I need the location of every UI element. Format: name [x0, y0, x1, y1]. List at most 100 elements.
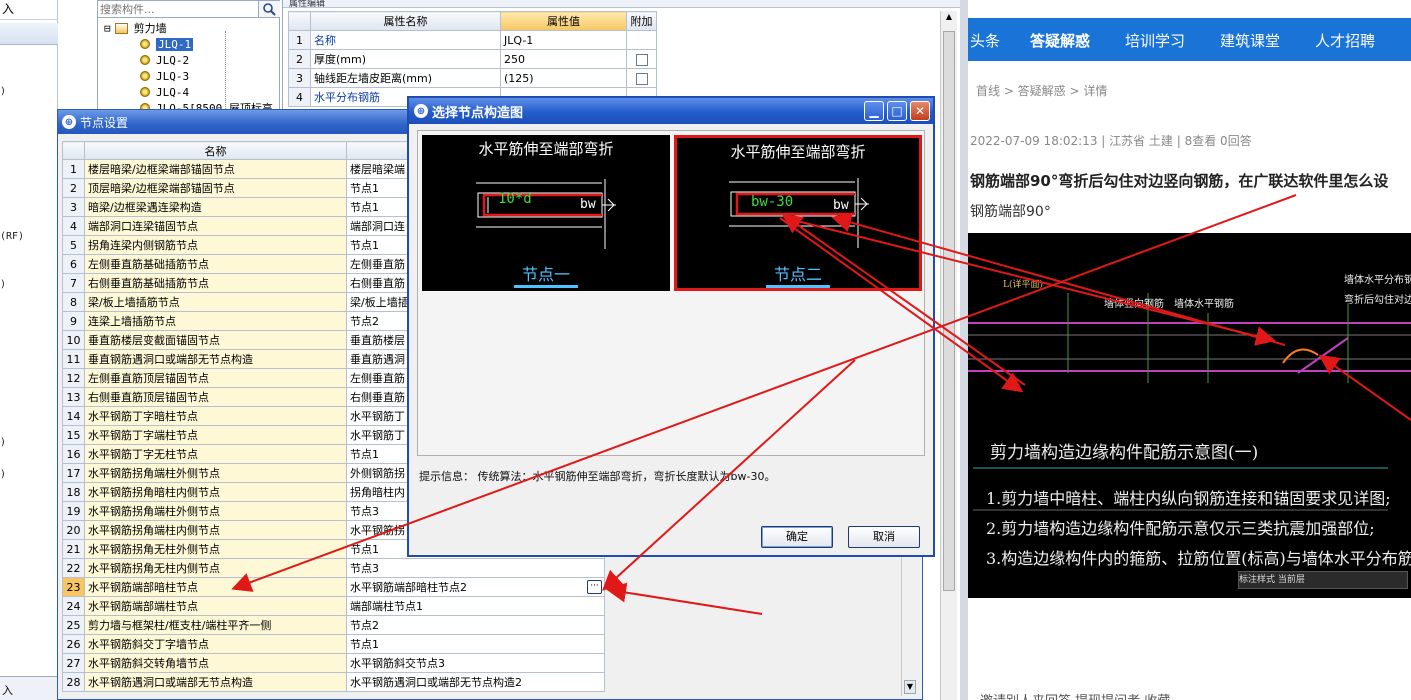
property-tab-label[interactable]: 属性编辑 — [289, 0, 325, 9]
row-number-text: 2 — [70, 181, 77, 195]
row-number: 18 — [62, 482, 85, 502]
property-row[interactable]: 2 厚度(mm) 250 — [288, 49, 657, 69]
node-value-text: 水平钢筋丁 — [350, 429, 405, 442]
tree-item-jlq-4[interactable]: JLQ-4 — [140, 84, 189, 100]
row-number-text: 6 — [70, 257, 77, 271]
ellipsis-button[interactable]: ··· — [587, 580, 602, 594]
left-strip-fragment: ) — [0, 86, 7, 97]
maximize-button[interactable]: □ — [887, 101, 907, 121]
question-title: 钢筋端部90°弯折后勾住对边竖向钢筋，在广联达软件里怎么设 — [970, 172, 1389, 190]
node-row[interactable]: 23 水平钢筋端部暗柱节点 水平钢筋端部暗柱节点2 ··· — [62, 577, 605, 597]
node-value[interactable]: 水平钢筋遇洞口或端部无节点构造2 — [346, 672, 605, 692]
node-value[interactable]: 水平钢筋斜交节点3 — [346, 653, 605, 673]
component-tree: ⊟ 剪力墙 JLQ-1 JLQ-2 JLQ-3 JLQ-4 JLQ-5[8500… — [97, 0, 280, 115]
property-value[interactable]: JLQ-1 — [500, 30, 627, 50]
property-corner — [288, 11, 311, 31]
tree-item-jlq-2[interactable]: JLQ-2 — [140, 52, 189, 68]
node-row[interactable]: 27 水平钢筋斜交转角墙节点 水平钢筋斜交节点3 — [62, 653, 605, 673]
select-dialog-titlebar[interactable]: ⊕ 选择节点构造图 — [409, 98, 933, 124]
nav-item-jobs[interactable]: 人才招聘 — [1315, 30, 1375, 51]
node-value-text: 垂直筋遇洞 — [350, 353, 405, 366]
option-node-2[interactable]: 水平筋伸至端部弯折 bw-30 bw 节点二 — [674, 135, 922, 291]
node-value-text: 节点3 — [350, 505, 379, 518]
tree-root-label: 剪力墙 — [133, 22, 167, 35]
minimize-icon: ▁ — [869, 104, 879, 118]
select-structure-dialog: ⊕ 选择节点构造图 ▁ □ ✕ 水平筋伸至端部弯折 10*d bw 节点一 水平… — [407, 96, 935, 557]
row-number: 4 — [288, 87, 311, 107]
collapse-icon[interactable]: ⊟ — [104, 22, 111, 35]
node-1-diagram — [476, 179, 616, 249]
node-value[interactable]: 水平钢筋端部暗柱节点2 ··· — [346, 577, 605, 597]
cad-note: 1.剪力墙中暗柱、端柱内纵向钢筋连接和锚固要求见详图; — [986, 489, 1391, 508]
nav-item-headlines[interactable]: 头条 — [970, 30, 1000, 51]
node-row[interactable]: 28 水平钢筋遇洞口或端部无节点构造 水平钢筋遇洞口或端部无节点构造2 — [62, 672, 605, 692]
cad-drawing-image[interactable]: 剪力墙构造边缘构件配筋示意图(一) 1.剪力墙中暗柱、端柱内纵向钢筋连接和锚固要… — [968, 233, 1411, 598]
row-number: 19 — [62, 501, 85, 521]
left-strip-bottom[interactable]: 入 — [0, 676, 58, 700]
row-number-text: 25 — [66, 618, 81, 632]
cad-title: 剪力墙构造边缘构件配筋示意图(一) — [990, 443, 1259, 463]
ok-button[interactable]: 确定 — [761, 526, 833, 548]
close-button[interactable]: ✕ — [910, 101, 930, 121]
nav-item-training[interactable]: 培训学习 — [1125, 30, 1185, 51]
cad-label: 弯折后勾住对边竖 — [1344, 295, 1411, 306]
node-value[interactable]: 节点2 — [346, 615, 605, 635]
node-name-text: 右侧垂直筋基础插筋节点 — [88, 277, 209, 290]
nav-item-classroom[interactable]: 建筑课堂 — [1220, 30, 1280, 51]
node-value-text: 梁/板上墙插 — [350, 296, 409, 309]
tree-item-jlq-3[interactable]: JLQ-3 — [140, 68, 189, 84]
node-value-text: 右侧垂直筋 — [350, 277, 405, 290]
node-name: 左侧垂直筋基础插筋节点 — [84, 254, 347, 274]
property-row[interactable]: 1 名称 JLQ-1 — [288, 30, 657, 50]
node-row[interactable]: 24 水平钢筋端部端柱节点 端部端柱节点1 — [62, 596, 605, 616]
search-button[interactable] — [258, 1, 280, 17]
cad-toolbar[interactable]: 标注样式 当前层 — [1238, 571, 1408, 589]
node-name: 水平钢筋丁字暗柱节点 — [84, 406, 347, 426]
tree-search-input[interactable] — [98, 1, 258, 17]
property-row[interactable]: 3 轴线距左墙皮距离(mm) (125) — [288, 68, 657, 88]
row-number: 4 — [62, 216, 85, 236]
cad-label: L(详平面) — [1003, 280, 1043, 290]
node-value[interactable]: 节点1 — [346, 634, 605, 654]
option-node-1[interactable]: 水平筋伸至端部弯折 10*d bw 节点一 — [422, 135, 670, 291]
grid-corner — [62, 141, 85, 160]
node-row[interactable]: 22 水平钢筋拐角无柱内侧节点 节点3 — [62, 558, 605, 578]
extra-checkbox[interactable] — [635, 53, 648, 66]
node-row[interactable]: 26 水平钢筋斜交丁字墙节点 节点1 — [62, 634, 605, 654]
node-name-text: 右侧垂直筋顶层锚固节点 — [88, 391, 209, 404]
post-meta: 2022-07-09 18:02:13 | 江苏省 土建 | 8查看 0回答 — [970, 134, 1252, 148]
nav-item-qa[interactable]: 答疑解惑 — [1030, 30, 1090, 51]
property-scrollbar[interactable]: ▲ — [940, 11, 957, 700]
property-value[interactable]: (125) — [500, 68, 627, 88]
minimize-button[interactable]: ▁ — [864, 101, 884, 121]
node-name-text: 暗梁/边框梁遇连梁构造 — [88, 201, 202, 214]
node-row[interactable]: 25 剪力墙与框架柱/框支柱/端柱平齐一侧 节点2 — [62, 615, 605, 635]
row-number: 6 — [62, 254, 85, 274]
node-name-text: 水平钢筋拐角无柱外侧节点 — [88, 543, 220, 556]
property-value[interactable]: 250 — [500, 49, 627, 69]
node-value[interactable]: 端部端柱节点1 — [346, 596, 605, 616]
scroll-up-icon[interactable]: ▲ — [943, 12, 955, 26]
cancel-button[interactable]: 取消 — [848, 526, 920, 548]
scrollbar-thumb[interactable] — [943, 31, 955, 591]
breadcrumb[interactable]: 首线 > 答疑解惑 > 详情 — [976, 82, 1107, 99]
left-strip-fragment: ) — [0, 437, 7, 448]
tree-root[interactable]: ⊟ 剪力墙 — [104, 20, 167, 36]
qa-web-page: 头条 答疑解惑 培训学习 建筑课堂 人才招聘 首线 > 答疑解惑 > 详情 20… — [960, 0, 1411, 700]
extra-checkbox[interactable] — [635, 72, 648, 85]
row-number: 7 — [62, 273, 85, 293]
scroll-down-icon[interactable]: ▼ — [904, 680, 916, 694]
row-number-text: 23 — [66, 580, 81, 594]
left-strip-header — [0, 23, 58, 45]
node-value-text: 节点1 — [350, 201, 379, 214]
node-name: 右侧垂直筋顶层锚固节点 — [84, 387, 347, 407]
cad-note: 2.剪力墙构造边缘构件配筋示意仅示三类抗震加强部位; — [986, 519, 1375, 538]
node-value-text: 水平钢筋拐 — [350, 524, 405, 537]
option-title: 水平筋伸至端部弯折 — [478, 140, 614, 158]
action-links[interactable]: 邀请别人来回答 提现提问者 收藏 — [980, 690, 1170, 700]
node-name-text: 水平钢筋端部端柱节点 — [88, 600, 198, 613]
row-number: 25 — [62, 615, 85, 635]
node-value[interactable]: 节点3 — [346, 558, 605, 578]
node-1-formula: 10*d — [498, 191, 532, 207]
tree-item-jlq-1[interactable]: JLQ-1 — [140, 36, 194, 52]
